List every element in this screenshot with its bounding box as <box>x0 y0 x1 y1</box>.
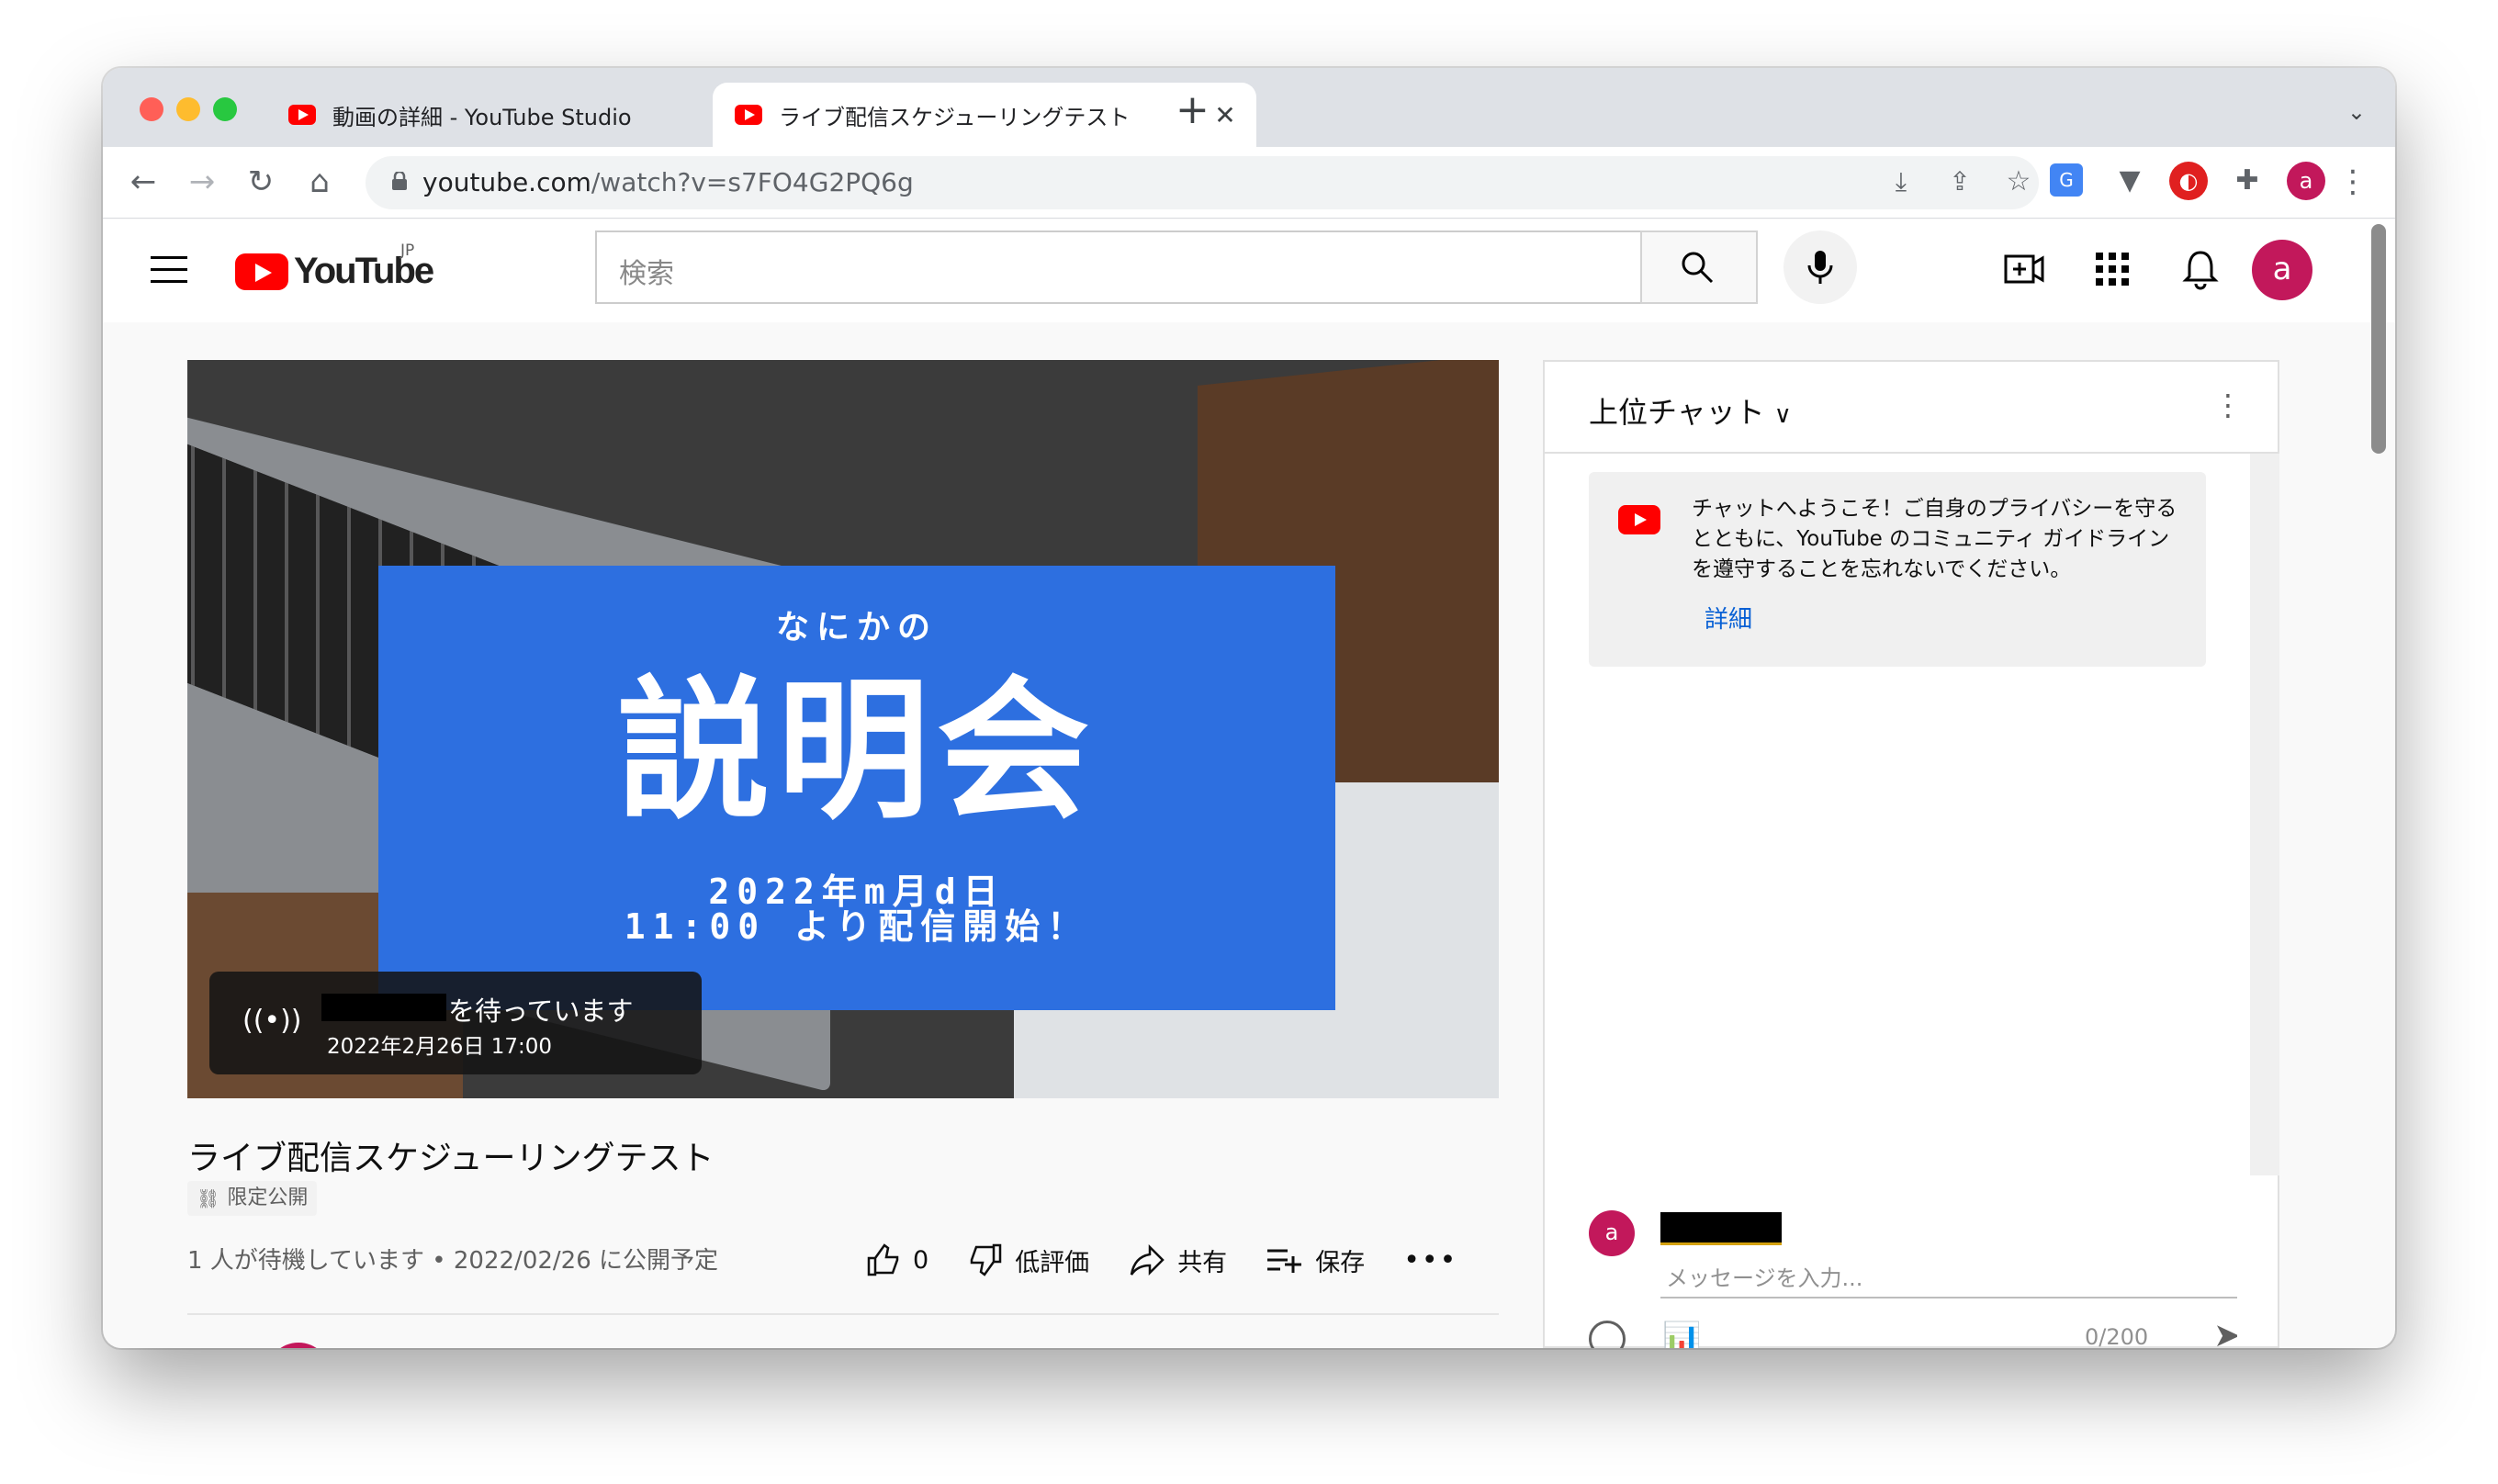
video-actions: 0 低評価 共有 保存 ••• <box>865 1238 1457 1282</box>
scheduled-time: 2022年2月26日 17:00 <box>327 1035 553 1059</box>
chat-mode-dropdown[interactable]: 上位チャット ∨ <box>1589 389 1792 432</box>
link-icon: ⛓ <box>197 1187 220 1209</box>
home-icon[interactable]: ⌂ <box>299 163 340 200</box>
thumbs-down-icon <box>970 1243 1002 1276</box>
share-label: 共有 <box>1177 1248 1228 1277</box>
welcome-text: チャットへようこそ！ご自身のプライバシーを守るとともに、YouTube のコミュ… <box>1692 497 2177 581</box>
chat-scrollbar[interactable] <box>2250 454 2279 1175</box>
video-info: 1 人が待機しています • 2022/02/26 に公開予定 <box>187 1247 719 1275</box>
waiting-message: を待っています <box>448 995 634 1027</box>
youtube-favicon-icon <box>735 105 762 125</box>
section-divider <box>187 1313 1499 1315</box>
zoom-window-button[interactable] <box>213 97 237 121</box>
live-broadcast-icon: ((•)) <box>242 1005 302 1037</box>
security-extension-icon[interactable]: ◐ <box>2169 162 2208 200</box>
redacted-author-name <box>1660 1212 1782 1245</box>
minimize-window-button[interactable] <box>176 97 200 121</box>
lock-icon <box>392 172 407 190</box>
country-code: JP <box>400 242 415 260</box>
dislike-label: 低評価 <box>1015 1248 1090 1277</box>
close-window-button[interactable] <box>140 97 163 121</box>
youtube-play-logo-icon <box>235 253 288 290</box>
youtube-logo-icon <box>1618 505 1660 534</box>
video-player[interactable]: なにかの 説明会 2022年m月d日 11:00 より配信開始！ ((•)) を… <box>187 360 1499 1098</box>
more-actions-icon[interactable]: ••• <box>1403 1244 1457 1276</box>
vivaldi-extension-icon[interactable]: ▼ <box>2110 162 2149 200</box>
bookmark-star-icon[interactable]: ☆ <box>1998 163 2039 200</box>
profile-avatar[interactable]: a <box>2287 162 2325 200</box>
tab-search-chevron-icon[interactable]: ⌄ <box>2347 99 2366 125</box>
tab-bar: 動画の詳細 - YouTube Studio ✕ ライブ配信スケジューリングテス… <box>103 68 2395 147</box>
search-placeholder: 検索 <box>619 258 674 290</box>
extensions-puzzle-icon[interactable]: ✚ <box>2228 162 2267 200</box>
guide-menu-icon[interactable] <box>151 256 187 284</box>
translate-extension-icon[interactable]: G <box>2050 163 2083 197</box>
forward-arrow-icon[interactable]: → <box>182 163 222 200</box>
share-page-icon[interactable]: ⇪ <box>1940 163 1980 200</box>
live-chat-panel: 上位チャット ∨ ⋮ チャットへようこそ！ご自身のプライバシーを守るとともに、Yo… <box>1543 360 2279 1348</box>
page-scrollbar[interactable] <box>2371 224 2386 454</box>
search-input[interactable]: 検索 <box>595 230 1642 304</box>
like-count: 0 <box>913 1245 929 1275</box>
search-icon <box>1682 252 1714 284</box>
browser-toolbar: ← → ↻ ⌂ youtube.com/watch?v=s7FO4G2PQ6g … <box>103 147 2395 219</box>
banner-headline: 説明会 <box>617 663 1097 840</box>
url-path: /watch?v=s7FO4G2PQ6g <box>591 167 914 197</box>
send-icon[interactable]: ➤ <box>2213 1317 2237 1348</box>
share-button[interactable]: 共有 <box>1128 1242 1227 1278</box>
video-title: ライブ配信スケジューリングテスト <box>187 1140 715 1177</box>
microphone-icon <box>1807 251 1833 284</box>
chat-title: 上位チャット <box>1589 395 1765 430</box>
thumbs-up-icon <box>867 1243 899 1276</box>
banner-subtitle: なにかの <box>775 609 938 646</box>
emoji-icon[interactable] <box>1589 1321 1626 1348</box>
tab-title: ライブ配信スケジューリングテスト <box>779 104 1131 130</box>
banner-time: 11:00 より配信開始！ <box>624 906 1090 947</box>
chat-header: 上位チャット ∨ ⋮ <box>1545 362 2278 454</box>
save-label: 保存 <box>1315 1248 1366 1277</box>
redacted-channel-name <box>321 994 446 1021</box>
voice-search-button[interactable] <box>1783 230 1857 304</box>
youtube-logo[interactable]: YouTube JP <box>235 242 434 292</box>
poll-icon[interactable]: 📊 <box>1662 1321 1701 1348</box>
banner-date: 2022年m月d日 <box>708 871 1006 912</box>
install-app-icon[interactable]: ⤓ <box>1881 163 1921 200</box>
share-arrow-icon <box>1130 1243 1165 1276</box>
char-count: 0/200 <box>2085 1324 2149 1348</box>
chat-welcome-message: チャットへようこそ！ご自身のプライバシーを守るとともに、YouTube のコミュ… <box>1589 472 2206 667</box>
search-button[interactable] <box>1640 230 1758 304</box>
channel-avatar[interactable] <box>266 1343 331 1348</box>
account-avatar[interactable]: a <box>2252 240 2312 300</box>
chat-composer-footer: 📊 0/200 ➤ <box>1589 1317 2237 1348</box>
apps-grid-icon[interactable] <box>2090 247 2134 291</box>
like-button[interactable]: 0 <box>865 1242 928 1278</box>
youtube-masthead: YouTube JP 検索 a <box>103 219 2395 322</box>
dislike-button[interactable]: 低評価 <box>967 1242 1089 1278</box>
address-bar[interactable]: youtube.com/watch?v=s7FO4G2PQ6g ⤓ ⇪ ☆ <box>366 156 2039 209</box>
back-arrow-icon[interactable]: ← <box>123 163 163 200</box>
create-video-icon[interactable] <box>2002 247 2046 291</box>
learn-more-link[interactable]: 詳細 <box>1705 601 1752 635</box>
tab-title: 動画の詳細 - YouTube Studio <box>332 104 632 130</box>
browser-menu-icon[interactable]: ⋮ <box>2333 163 2373 200</box>
reload-icon[interactable]: ↻ <box>241 163 281 200</box>
url-text: youtube.com/watch?v=s7FO4G2PQ6g <box>422 167 914 197</box>
privacy-label: 限定公開 <box>227 1186 309 1209</box>
save-button[interactable]: 保存 <box>1266 1242 1365 1278</box>
browser-window: 動画の詳細 - YouTube Studio ✕ ライブ配信スケジューリングテス… <box>103 68 2395 1348</box>
new-tab-plus-icon[interactable]: + <box>1176 90 1210 130</box>
privacy-badge: ⛓ 限定公開 <box>187 1181 318 1216</box>
close-tab-icon[interactable]: ✕ <box>1207 100 1243 130</box>
thumbnail-banner: なにかの 説明会 2022年m月d日 11:00 より配信開始！ <box>378 566 1335 1010</box>
composer-avatar: a <box>1589 1210 1635 1256</box>
waiting-overlay: ((•)) を待っています 2022年2月26日 17:00 <box>209 972 702 1074</box>
chat-menu-icon[interactable]: ⋮ <box>2213 388 2243 422</box>
playlist-add-icon <box>1267 1249 1302 1273</box>
youtube-favicon-icon <box>288 105 316 125</box>
chevron-down-icon: ∨ <box>1773 401 1792 429</box>
notifications-bell-icon[interactable] <box>2178 247 2222 291</box>
chat-message-input[interactable]: メッセージを入力... <box>1660 1260 2237 1298</box>
url-host: youtube.com <box>422 167 591 197</box>
